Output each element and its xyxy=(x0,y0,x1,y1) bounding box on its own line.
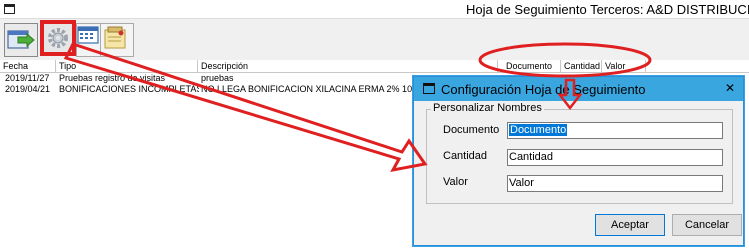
dialog-system-icon[interactable] xyxy=(423,83,435,94)
column-header-descripcion[interactable]: Descripción xyxy=(198,60,498,72)
cantidad-field-value: Cantidad xyxy=(509,151,554,163)
valor-label: Valor xyxy=(443,176,468,188)
list-header: Fecha Tipo Descripción Documento Cantida… xyxy=(0,60,749,73)
dialog-titlebar: Configuración Hoja de Seguimiento ✕ xyxy=(414,77,743,101)
export-arrow-icon xyxy=(7,30,35,49)
dialog-title: Configuración Hoja de Seguimiento xyxy=(441,82,646,97)
settings-dialog: Configuración Hoja de Seguimiento ✕ Pers… xyxy=(413,76,744,246)
column-header-tipo[interactable]: Tipo xyxy=(56,60,198,72)
gear-icon xyxy=(48,28,68,48)
toolbar xyxy=(0,18,749,62)
column-header-valor[interactable]: Valor xyxy=(602,60,646,72)
column-header-fecha[interactable]: Fecha xyxy=(0,60,56,72)
calendar-grid-icon xyxy=(77,26,99,44)
cell-fecha: 2019/04/21 xyxy=(5,84,51,94)
cantidad-label: Cantidad xyxy=(443,150,488,162)
cancel-button[interactable]: Cancelar xyxy=(672,214,742,236)
close-icon[interactable]: ✕ xyxy=(723,81,737,95)
documento-field-value: Documento xyxy=(509,124,568,136)
cell-tipo: BONIFICACIONES INCOMPLETAS xyxy=(59,84,199,94)
notes-button[interactable] xyxy=(100,23,134,57)
column-header-documento[interactable]: Documento xyxy=(503,60,561,72)
settings-button[interactable] xyxy=(40,20,76,56)
cell-tipo: Pruebas registro de visitas xyxy=(59,73,166,83)
documento-label: Documento xyxy=(443,124,500,136)
column-header-cantidad[interactable]: Cantidad xyxy=(561,60,602,72)
export-button[interactable] xyxy=(4,23,38,57)
valor-field[interactable]: Valor xyxy=(507,175,723,192)
notes-icon xyxy=(104,26,126,49)
cantidad-field[interactable]: Cantidad xyxy=(507,149,723,166)
cell-fecha: 2019/11/27 xyxy=(5,73,50,83)
accept-button[interactable]: Aceptar xyxy=(595,214,665,236)
valor-field-value: Valor xyxy=(509,177,534,189)
window-titlebar: Hoja de Seguimiento Terceros: A&D DISTRI… xyxy=(0,0,749,18)
documento-field[interactable]: Documento xyxy=(507,122,723,139)
group-label: Personalizar Nombres xyxy=(431,102,544,114)
window-system-icon[interactable] xyxy=(4,4,15,14)
window-title: Hoja de Seguimiento Terceros: A&D DISTRI… xyxy=(466,2,749,17)
